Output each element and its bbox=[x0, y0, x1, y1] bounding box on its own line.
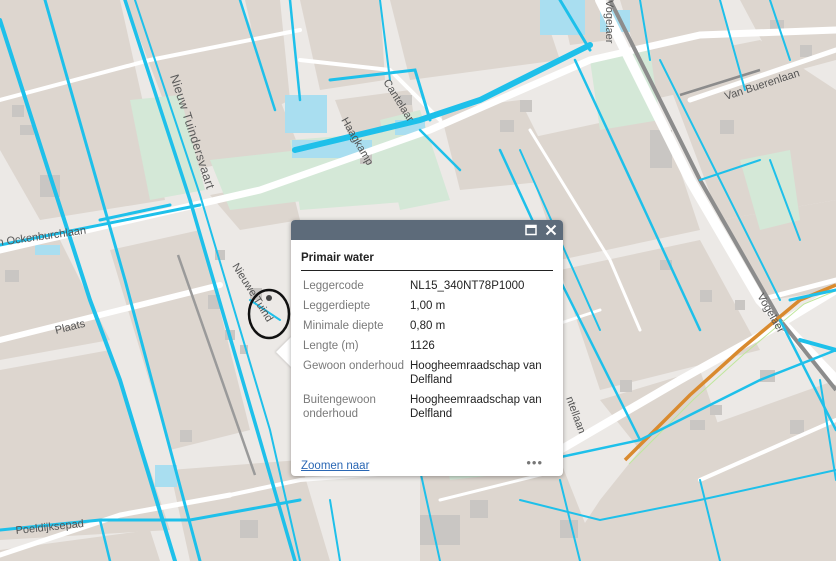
attribute-row: Leggerdiepte 1,00 m bbox=[303, 299, 553, 319]
attribute-key: Lengte (m) bbox=[303, 340, 359, 352]
attribute-table: Leggercode NL15_340NT78P1000 Leggerdiept… bbox=[303, 279, 553, 427]
attribute-row: Minimale diepte 0,80 m bbox=[303, 319, 553, 339]
feature-popup: Primair water Leggercode NL15_340NT78P10… bbox=[291, 220, 563, 476]
attribute-value: 1,00 m bbox=[410, 300, 446, 312]
attribute-value: Hoogheemraadschap van Delfland bbox=[410, 394, 542, 420]
close-icon[interactable] bbox=[543, 222, 559, 238]
attribute-row: Lengte (m) 1126 bbox=[303, 339, 553, 359]
maximize-icon[interactable] bbox=[523, 222, 539, 238]
label-vogelaer-top: Vogelaer bbox=[603, 0, 615, 44]
attribute-row: Leggercode NL15_340NT78P1000 bbox=[303, 279, 553, 299]
attribute-value: NL15_340NT78P1000 bbox=[410, 280, 525, 292]
attribute-value: 0,80 m bbox=[410, 320, 446, 332]
attribute-value: 1126 bbox=[410, 340, 435, 352]
attribute-row: Gewoon onderhoud Hoogheemraadschap van D… bbox=[303, 359, 553, 393]
attribute-key: Leggercode bbox=[303, 280, 364, 292]
popup-footer: Zoomen naar ••• bbox=[301, 455, 553, 472]
attribute-key: Buitengewoon onderhoud bbox=[303, 394, 376, 420]
more-options-button[interactable]: ••• bbox=[526, 455, 543, 470]
popup-header bbox=[291, 220, 563, 240]
zoom-to-link[interactable]: Zoomen naar bbox=[301, 460, 369, 472]
attribute-key: Minimale diepte bbox=[303, 320, 384, 332]
attribute-key: Leggerdiepte bbox=[303, 300, 371, 312]
attribute-row: Buitengewoon onderhoud Hoogheemraadschap… bbox=[303, 393, 553, 427]
attribute-key: Gewoon onderhoud bbox=[303, 360, 405, 372]
popup-pointer bbox=[276, 336, 292, 368]
popup-title: Primair water bbox=[301, 252, 553, 271]
attribute-value: Hoogheemraadschap van Delfland bbox=[410, 360, 542, 386]
